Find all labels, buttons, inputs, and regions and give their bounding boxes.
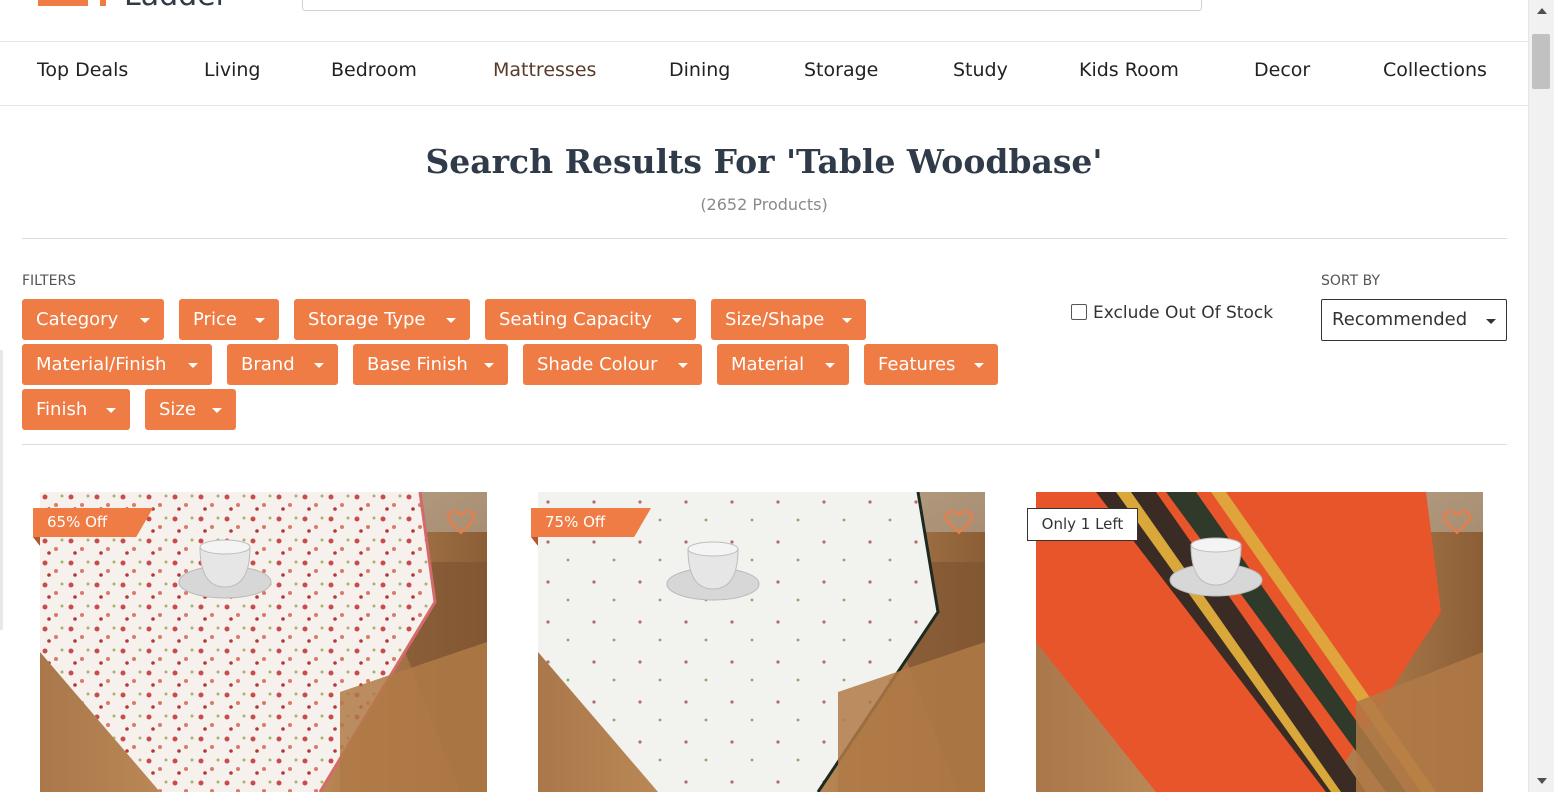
filter-brand[interactable]: Brand <box>227 344 338 385</box>
nav-item-dining[interactable]: Dining <box>669 59 730 81</box>
filter-label: Seating Capacity <box>499 309 652 330</box>
badge-fold <box>33 537 40 546</box>
discount-badge: 75% Off <box>531 508 651 537</box>
caret-down-icon <box>825 363 835 368</box>
scroll-up-icon[interactable] <box>1537 8 1547 14</box>
scroll-down-icon[interactable] <box>1537 778 1547 784</box>
filter-label: Material/Finish <box>36 354 167 375</box>
divider <box>22 238 1507 239</box>
filter-storage-type[interactable]: Storage Type <box>294 299 470 340</box>
nav-item-bedroom[interactable]: Bedroom <box>331 59 417 81</box>
filter-label: Features <box>878 354 956 375</box>
filter-size[interactable]: Size <box>145 389 236 430</box>
nav-item-decor[interactable]: Decor <box>1254 59 1310 81</box>
filter-label: Material <box>731 354 805 375</box>
filter-label: Size/Shape <box>725 309 825 330</box>
filter-category[interactable]: Category <box>22 299 164 340</box>
nav-item-top-deals[interactable]: Top Deals <box>37 59 128 81</box>
filters-label: FILTERS <box>22 273 77 289</box>
filter-label: Shade Colour <box>537 354 658 375</box>
site-header: Ladder <box>0 0 1528 42</box>
filter-label: Storage Type <box>308 309 426 330</box>
filter-label: Finish <box>36 399 88 420</box>
stock-badge: Only 1 Left <box>1027 508 1138 541</box>
filter-material-finish[interactable]: Material/Finish <box>22 344 212 385</box>
caret-down-icon <box>446 318 456 323</box>
filter-price[interactable]: Price <box>179 299 279 340</box>
filter-label: Category <box>36 309 119 330</box>
filter-label: Price <box>193 309 237 330</box>
caret-down-icon <box>188 363 198 368</box>
divider <box>22 444 1507 445</box>
page-title: Search Results For 'Table Woodbase' <box>425 142 1103 181</box>
logo-text[interactable]: Ladder <box>124 0 228 13</box>
product-image[interactable] <box>40 492 487 792</box>
filter-shade-colour[interactable]: Shade Colour <box>523 344 702 385</box>
filter-base-finish[interactable]: Base Finish <box>353 344 508 385</box>
filter-seating-capacity[interactable]: Seating Capacity <box>485 299 696 340</box>
filter-finish[interactable]: Finish <box>22 389 130 430</box>
filter-label: Brand <box>241 354 295 375</box>
search-input[interactable] <box>302 0 1202 11</box>
product-card[interactable] <box>538 492 985 792</box>
caret-down-icon <box>678 363 688 368</box>
caret-down-icon <box>1486 319 1496 324</box>
heart-outline-icon[interactable] <box>944 508 974 536</box>
exclude-out-of-stock-label: Exclude Out Of Stock <box>1093 303 1274 323</box>
nav-item-living[interactable]: Living <box>204 59 261 81</box>
filter-features[interactable]: Features <box>864 344 998 385</box>
caret-down-icon <box>140 318 150 323</box>
side-panel-edge <box>0 350 3 630</box>
sort-label: SORT BY <box>1321 273 1381 289</box>
caret-down-icon <box>842 318 852 323</box>
filter-label: Base Finish <box>367 354 468 375</box>
heart-outline-icon[interactable] <box>1442 508 1472 536</box>
filter-material[interactable]: Material <box>717 344 849 385</box>
checkbox-icon[interactable] <box>1071 304 1087 320</box>
sort-selected-value: Recommended <box>1332 309 1468 330</box>
caret-down-icon <box>106 408 116 413</box>
nav-item-mattresses[interactable]: Mattresses <box>493 59 596 81</box>
nav-item-collections[interactable]: Collections <box>1383 59 1487 81</box>
category-nav: Top Deals Living Bedroom Mattresses Dini… <box>0 42 1528 106</box>
product-image[interactable] <box>538 492 985 792</box>
caret-down-icon <box>974 363 984 368</box>
filter-size-shape[interactable]: Size/Shape <box>711 299 866 340</box>
scrollbar[interactable] <box>1528 0 1554 792</box>
heart-outline-icon[interactable] <box>446 508 476 536</box>
logo-bar <box>100 0 106 6</box>
nav-item-kids-room[interactable]: Kids Room <box>1079 59 1179 81</box>
caret-down-icon <box>672 318 682 323</box>
nav-item-study[interactable]: Study <box>953 59 1008 81</box>
sort-select[interactable]: Recommended <box>1321 299 1507 341</box>
caret-down-icon <box>255 318 265 323</box>
badge-fold <box>531 537 538 546</box>
filter-label: Size <box>159 399 196 420</box>
exclude-out-of-stock-checkbox[interactable]: Exclude Out Of Stock <box>1071 303 1273 323</box>
caret-down-icon <box>314 363 324 368</box>
product-card[interactable] <box>40 492 487 792</box>
logo-mark[interactable] <box>38 0 88 6</box>
caret-down-icon <box>484 363 494 368</box>
results-count: (2652 Products) <box>700 195 828 214</box>
caret-down-icon <box>212 408 222 413</box>
scroll-thumb[interactable] <box>1532 34 1550 89</box>
discount-badge: 65% Off <box>33 508 153 537</box>
nav-item-storage[interactable]: Storage <box>804 59 878 81</box>
